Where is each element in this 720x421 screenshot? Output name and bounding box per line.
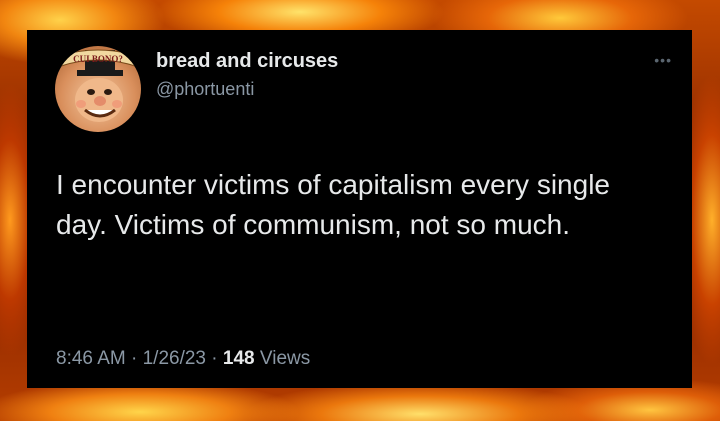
avatar-badge-text: CUI BONO? <box>73 54 123 64</box>
avatar[interactable]: CUI BONO? <box>55 46 141 132</box>
tweet-date[interactable]: 1/26/23 <box>143 348 206 369</box>
tweet-meta: 8:46 AM · 1/26/23 · 148 Views <box>56 348 310 370</box>
tweet-text: I encounter victims of capitalism every … <box>56 169 610 240</box>
tweet-card[interactable]: CUI BONO? bread and circuses @phortuenti… <box>27 30 692 388</box>
more-dots-icon[interactable]: ••• <box>654 52 672 68</box>
handle[interactable]: @phortuenti <box>156 79 254 100</box>
views-count: 148 <box>222 348 255 369</box>
cartoon-face-icon: CUI BONO? <box>58 49 138 122</box>
display-name[interactable]: bread and circuses <box>156 50 338 73</box>
tweet-time[interactable]: 8:46 AM <box>56 348 126 369</box>
meta-separator: · <box>131 348 138 369</box>
views-label: Views <box>259 348 311 369</box>
meta-separator: · <box>211 348 218 369</box>
